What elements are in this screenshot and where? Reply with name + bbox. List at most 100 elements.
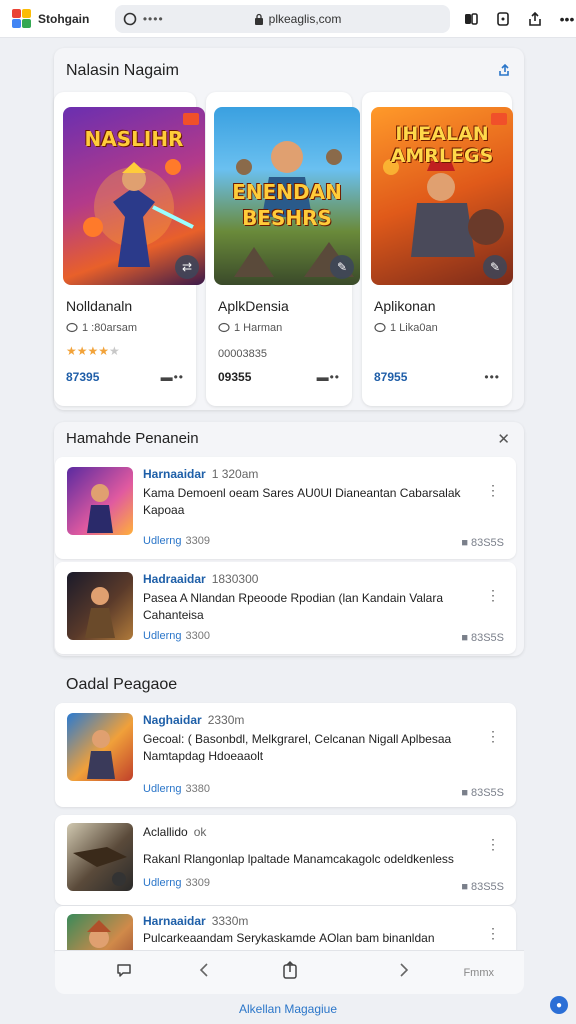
row-description: Kama Demoenl oeam Sares АU0Ul Dianeantan…: [143, 486, 461, 517]
more-icon[interactable]: •••: [484, 370, 500, 384]
bottom-right-label[interactable]: Fmmx: [463, 967, 494, 979]
row-title: Hadraaidar 1830300: [143, 572, 258, 586]
row-link[interactable]: Udlerng 3309: [143, 877, 210, 889]
lock-icon: ■: [461, 787, 468, 799]
row-title-text: Harnaaidar: [143, 914, 206, 928]
row-size-text: 83S5S: [470, 537, 504, 549]
edit-icon[interactable]: ✎: [330, 255, 354, 279]
list-item[interactable]: Harnaaidar 3330m Pulcarkeaandam Serykaska…: [55, 906, 516, 952]
row-link-num: 3300: [185, 630, 211, 642]
list-item[interactable]: Hadraaidar 1830300 Pasea A Nlandan Rpeood…: [55, 562, 516, 654]
assistant-icon[interactable]: ●: [550, 996, 568, 1014]
kebab-menu-icon[interactable]: ⋮: [486, 729, 500, 743]
rating-stars: ★★★★★: [66, 344, 120, 358]
row-link-text[interactable]: Udlerng: [143, 877, 182, 889]
edit-icon[interactable]: ✎: [483, 255, 507, 279]
thumbnail: [67, 713, 133, 781]
row-title: Harnaaidar 3330m: [143, 914, 248, 928]
more-icon[interactable]: ▬••: [317, 370, 340, 384]
row-description: Pasea A Nlandan Rpeoode Rpodian (lan Kan…: [143, 591, 443, 622]
close-icon[interactable]: ✕: [497, 430, 510, 448]
brand[interactable]: Stohgain: [12, 8, 105, 29]
row-title-text: Naghaidar: [143, 713, 202, 727]
tag-icon: [183, 113, 199, 125]
featured-section: Nalasin Nagaim NASLIHR ⇄ Nolldanaln 1 :8…: [54, 48, 524, 410]
lock-icon: ■: [461, 632, 468, 644]
row-size-text: 83S5S: [470, 881, 504, 893]
site-info-icon[interactable]: [123, 12, 137, 26]
row-title: Aclallido ok: [143, 825, 206, 839]
row-link-text[interactable]: Udlerng: [143, 783, 182, 795]
star-icon: ★★★★: [66, 344, 110, 358]
app-name: Nolldanaln: [66, 298, 133, 314]
row-link[interactable]: Udlerng 3300: [143, 630, 210, 642]
app-card[interactable]: IHEALAN AMRLEGS ✎ Aplikonan 1 Lika0an 87…: [362, 92, 513, 406]
row-size: ■ 83S5S: [461, 787, 504, 799]
list-item[interactable]: Naghaidar 2330m Gecoal: ( Basonbdl, Melkg…: [55, 703, 516, 807]
address-bar[interactable]: •••• plkeaglis,com: [114, 4, 450, 33]
brand-logo-icon: [12, 8, 32, 29]
thumbnail: [67, 914, 133, 952]
row-link[interactable]: Udlerng 3380: [143, 783, 210, 795]
section-title: Oadal Peagaoe: [66, 676, 178, 693]
art-title: ENENDAN BESHRS: [232, 180, 342, 230]
tag-icon: [491, 113, 507, 125]
share-icon[interactable]: [281, 960, 299, 985]
kebab-menu-icon[interactable]: ⋮: [486, 837, 500, 851]
row-time: 1 320am: [211, 467, 259, 481]
row-title-text: Aclallido: [143, 825, 188, 839]
footer-link[interactable]: Alkellan Magagiue: [0, 1002, 576, 1016]
brand-name: Stohgain: [38, 11, 90, 26]
url-dots: ••••: [142, 11, 164, 26]
swap-icon[interactable]: ⇄: [175, 255, 199, 279]
app-name: AplkDensia: [218, 298, 289, 314]
comment-icon: [374, 322, 386, 333]
app-price: 87955: [374, 370, 408, 384]
comment-icon: [66, 322, 78, 333]
lock-icon: ■: [461, 881, 468, 893]
app-meta-text: 1 Lika0an: [390, 322, 438, 334]
browser-toolbar: Stohgain •••• plkeaglis,com •••: [0, 0, 576, 38]
row-link[interactable]: Udlerng 3309: [143, 535, 210, 547]
tabs-icon[interactable]: [462, 10, 480, 28]
chat-icon[interactable]: [115, 961, 133, 984]
row-title-text: Hadraaidar: [143, 572, 206, 586]
kebab-menu-icon[interactable]: ⋮: [486, 483, 500, 497]
row-title: Harnaaidar 1 320am: [143, 467, 258, 481]
list-item[interactable]: Harnaaidar 1 320am Kama Demoenl oeam Sare…: [55, 457, 516, 559]
row-description: Rakanl Rlangonlap lpaltade Manamcakagolc…: [143, 852, 454, 866]
row-size: ■ 83S5S: [461, 632, 504, 644]
row-link-text[interactable]: Udlerng: [143, 535, 182, 547]
bookmark-icon[interactable]: [494, 10, 512, 28]
kebab-menu-icon[interactable]: ⋮: [486, 588, 500, 602]
thumbnail: [67, 572, 133, 640]
more-menu-icon[interactable]: •••: [558, 10, 576, 28]
app-artwork[interactable]: IHEALAN AMRLEGS ✎: [371, 107, 513, 285]
row-link-num: 3380: [185, 783, 211, 795]
app-card[interactable]: NASLIHR ⇄ Nolldanaln 1 :80arsam ★★★★★ 87…: [54, 92, 205, 406]
more-icon[interactable]: ▬••: [161, 370, 184, 384]
section-title: Hamahde Penanein: [66, 430, 199, 447]
app-artwork[interactable]: ENENDAN BESHRS ✎: [214, 107, 360, 285]
app-artwork[interactable]: NASLIHR ⇄: [63, 107, 205, 285]
row-time: 2330m: [207, 713, 245, 727]
art-title: NASLIHR: [84, 127, 184, 151]
app-price: 87395: [66, 370, 100, 384]
back-icon[interactable]: [197, 962, 211, 983]
share-icon[interactable]: [496, 62, 512, 78]
thumbnail: [67, 467, 133, 535]
kebab-menu-icon[interactable]: ⋮: [486, 926, 500, 940]
row-title-text: Harnaaidar: [143, 467, 206, 481]
app-extra: 00003835: [218, 348, 267, 360]
share-icon[interactable]: [526, 10, 544, 28]
forward-icon[interactable]: [397, 962, 411, 983]
row-link-text[interactable]: Udlerng: [143, 630, 182, 642]
app-meta: 1 :80arsam: [66, 322, 137, 334]
art-title: IHEALAN AMRLEGS: [390, 123, 494, 167]
row-size: ■ 83S5S: [461, 537, 504, 549]
list-item[interactable]: Aclallido ok Rakanl Rlangonlap lpaltade M…: [55, 815, 516, 905]
app-card[interactable]: ENENDAN BESHRS ✎ AplkDensia 1 Harman 000…: [206, 92, 360, 406]
row-description: Pulcarkeaandam Serykaskamde АOlan bam bi…: [143, 931, 435, 945]
row-description: Gecoal: ( Basonbdl, Melkgrarel, Celcanan…: [143, 732, 452, 763]
app-meta-text: 1 :80arsam: [82, 322, 138, 334]
